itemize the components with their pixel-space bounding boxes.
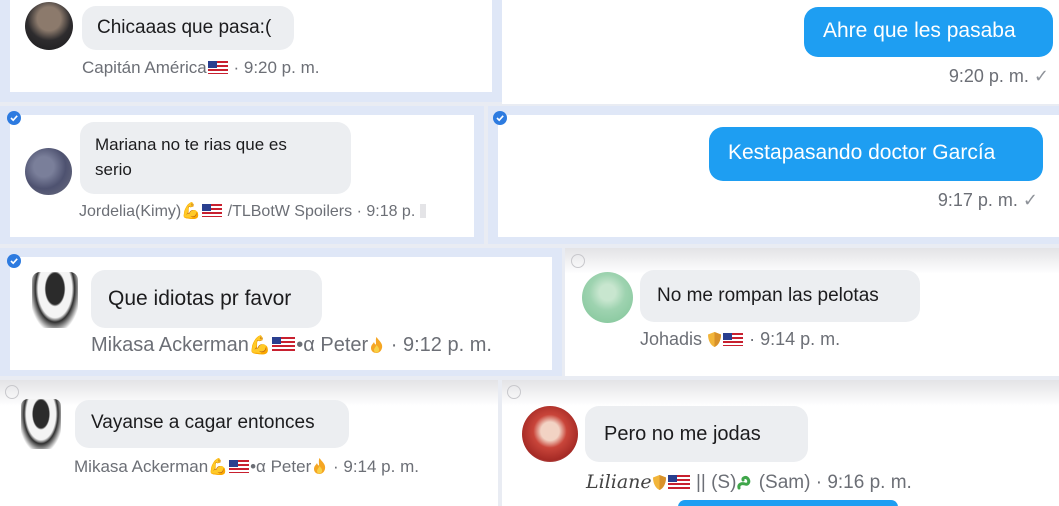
sent-check-icon: ✓ [1033,66,1049,86]
checkmark-icon[interactable] [7,254,21,268]
message-meta: Jordelia(Kimy)💪 /TLBotW Spoilers · 9:18 … [79,201,426,221]
message-tile-2[interactable]: Ahre que les pasaba 9:20 p. m. ✓ [502,0,1059,104]
message-time: 9:20 p. m. [243,58,320,77]
sender-name[interactable]: Capitán América [82,58,207,77]
message-bubble[interactable]: No me rompan las pelotas [640,270,920,322]
arm-emoji-icon: 💪 [208,459,229,476]
fire-emoji-icon [371,337,383,353]
flag-us-icon [229,460,250,473]
avatar[interactable] [25,2,73,50]
message-text: Vayanse a cagar entonces [91,412,315,433]
message-bubble[interactable]: Que idiotas pr favor [91,270,322,328]
message-meta: Capitán América · 9:20 p. m. [82,58,320,77]
message-text: Kestapasando doctor García [728,141,996,164]
message-time: 9:17 p. m. [937,190,1018,210]
sender-name[interactable]: Mikasa Ackerman [91,334,249,356]
arm-emoji-icon: 💪 [248,335,272,355]
outgoing-bubble-partial [678,500,898,506]
message-meta: Liliane || (S) (Sam) · 9:16 p. m. [586,471,912,493]
message-text: No me rompan las pelotas [657,285,879,306]
message-meta: Mikasa Ackerman💪 •α Peter · 9:14 p. m. [74,457,419,476]
avatar[interactable] [32,272,78,328]
sender-tag-2: (Sam) [758,472,811,493]
message-time: 9:16 p. m. [827,472,912,493]
message-meta: Johadis · 9:14 p. m. [640,329,841,349]
sent-check-icon: ✓ [1022,190,1038,210]
selection-ring-icon[interactable] [507,385,521,399]
flag-us-icon [667,475,690,489]
message-bubble-outgoing[interactable]: Kestapasando doctor García [709,127,1043,181]
flag-us-icon [723,333,744,346]
message-meta: 9:17 p. m. ✓ [938,190,1038,211]
message-bubble[interactable]: Chicaaas que pasa:( [82,6,294,50]
message-tile-5[interactable]: Que idiotas pr favor Mikasa Ackerman💪 •α … [0,248,562,376]
sender-tag: /TLBotW Spoilers [227,203,353,220]
flag-us-icon [202,204,223,217]
message-text: Pero no me jodas [604,423,761,445]
avatar[interactable] [522,406,578,462]
message-time: 9:14 p. m. [343,457,419,476]
fire-emoji-icon [314,458,326,474]
shield-emoji-icon [708,332,722,347]
shield-emoji-icon [652,475,666,490]
message-tile-6[interactable]: No me rompan las pelotas Johadis · 9:14 … [565,248,1059,376]
flag-us-icon [207,61,228,74]
sender-tag: •α Peter [250,457,312,476]
selection-ring-icon[interactable] [571,254,585,268]
message-tile-1[interactable]: Chicaaas que pasa:( Capitán América · 9:… [0,0,502,102]
message-tile-3[interactable]: Mariana no te rias que es serio Jordelia… [0,106,484,244]
message-time: 9:14 p. m. [760,329,841,349]
message-text: serio [95,160,132,179]
message-text: Chicaaas que pasa:( [97,17,272,38]
message-bubble-outgoing[interactable]: Ahre que les pasaba [804,7,1053,57]
message-text: Que idiotas pr favor [108,287,292,310]
sender-name[interactable]: Johadis [640,329,702,349]
avatar[interactable] [582,272,633,323]
sender-tag: || (S) [695,472,737,493]
message-time: 9:18 p. [366,203,416,220]
message-tile-8[interactable]: Pero no me jodas Liliane || (S) (Sam) · … [502,380,1059,506]
message-time: 9:12 p. m. [403,334,492,356]
flag-us-icon [272,337,296,352]
message-text: Ahre que les pasaba [823,19,1016,42]
message-bubble[interactable]: Pero no me jodas [585,406,808,462]
snake-emoji-icon [737,475,751,490]
message-meta: 9:20 p. m. ✓ [949,66,1049,87]
message-meta: Mikasa Ackerman💪 •α Peter · 9:12 p. m. [91,334,492,356]
sender-name[interactable]: Liliane [586,471,652,493]
checkmark-icon[interactable] [493,111,507,125]
message-time: 9:20 p. m. [948,66,1029,86]
message-bubble[interactable]: Vayanse a cagar entonces [75,400,349,448]
sender-name[interactable]: Jordelia(Kimy) [79,203,181,220]
message-tile-7[interactable]: Vayanse a cagar entonces Mikasa Ackerman… [0,380,498,506]
message-bubble[interactable]: Mariana no te rias que es serio [80,122,351,194]
selection-ring-icon[interactable] [5,385,19,399]
checkmark-icon[interactable] [7,111,21,125]
arm-emoji-icon: 💪 [181,203,202,220]
message-text: Mariana no te rias que es [95,135,287,154]
sender-name[interactable]: Mikasa Ackerman [74,457,208,476]
avatar[interactable] [21,399,61,449]
avatar[interactable] [25,148,72,195]
sender-tag: •α Peter [296,334,369,356]
message-tile-4[interactable]: Kestapasando doctor García 9:17 p. m. ✓ [488,106,1059,244]
